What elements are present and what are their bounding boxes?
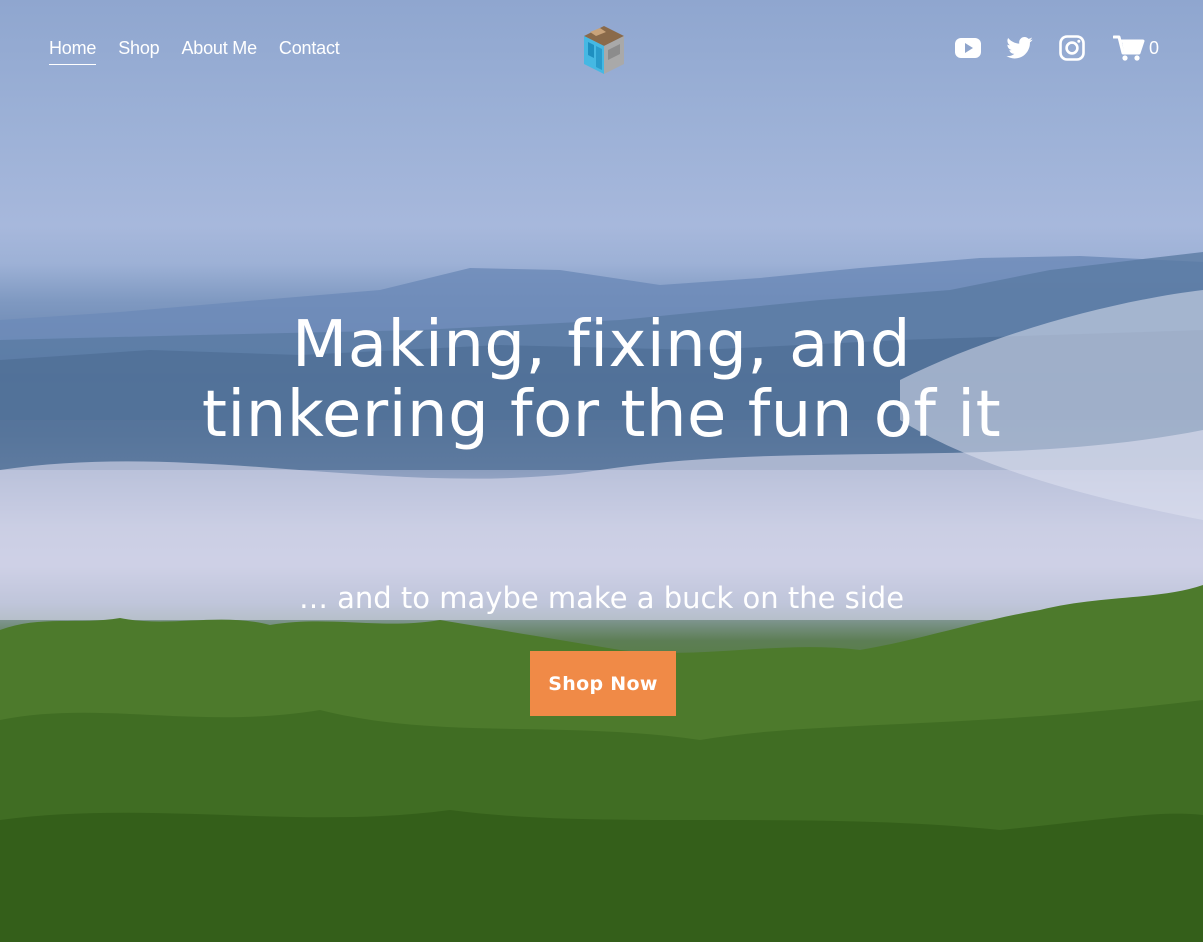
hero-title-line-1: Making, fixing, and: [292, 308, 911, 382]
nav-item-home[interactable]: Home: [49, 36, 96, 65]
hero-subtitle: … and to maybe make a buck on the side: [298, 581, 905, 615]
hero-background-image: [0, 0, 1203, 942]
shop-now-button[interactable]: Shop Now: [530, 651, 676, 716]
cart-button[interactable]: 0: [1112, 33, 1159, 63]
cart-icon: [1112, 33, 1145, 63]
nav-item-contact[interactable]: Contact: [279, 36, 340, 65]
cube-logo-icon: [584, 26, 624, 74]
site-logo[interactable]: [580, 24, 628, 76]
hero-title-line-2: tinkering for the fun of it: [201, 378, 1002, 452]
instagram-icon[interactable]: [1057, 33, 1087, 63]
youtube-icon[interactable]: [953, 33, 983, 63]
nav-item-shop[interactable]: Shop: [118, 36, 159, 65]
page: Home Shop About Me Contact 0 Making, fix…: [0, 0, 1203, 942]
main-nav: Home Shop About Me Contact: [49, 36, 340, 65]
nav-item-about-me[interactable]: About Me: [181, 36, 257, 65]
cart-count: 0: [1148, 37, 1159, 58]
hero-title: Making, fixing, and tinkering for the fu…: [0, 310, 1203, 450]
twitter-icon[interactable]: [1005, 33, 1035, 63]
social-links: 0: [953, 33, 1159, 63]
site-header: Home Shop About Me Contact 0: [0, 0, 1203, 97]
